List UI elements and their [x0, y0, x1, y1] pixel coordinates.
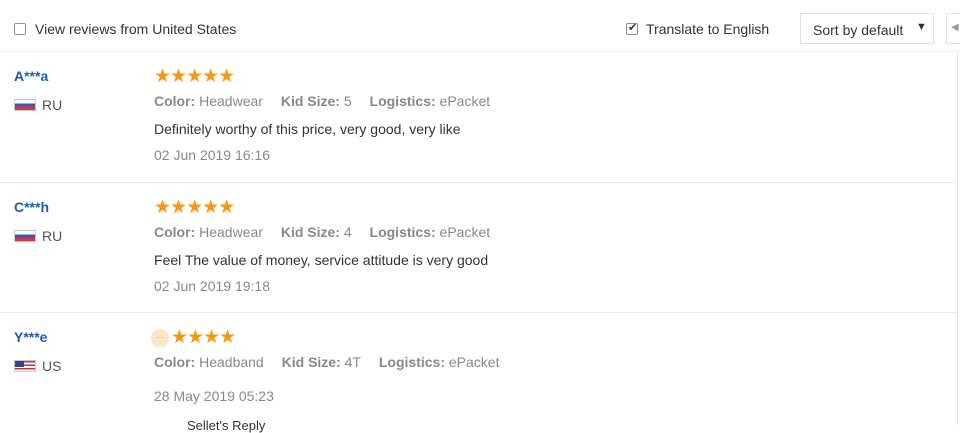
reviewer-name[interactable]: A***a [14, 68, 48, 84]
rating-stars: ★★★★★ [154, 197, 235, 218]
review-item: Y***e US … ★★★★ Color: Headband Kid Size… [0, 313, 957, 425]
country-filter-label[interactable]: View reviews from United States [35, 21, 236, 37]
buyer-avatar-icon: … [151, 329, 169, 347]
review-date: 02 Jun 2019 19:18 [154, 278, 270, 294]
logistics-key: Logistics: [369, 93, 436, 109]
flag-ru-icon [14, 230, 36, 242]
flag-canton [15, 361, 24, 367]
rating-stars: ★★★★ [171, 327, 236, 348]
sort-dropdown[interactable]: Sort by default ▼ [800, 13, 934, 44]
scrollbar-track[interactable] [957, 52, 958, 425]
review-date: 02 Jun 2019 16:16 [154, 147, 270, 163]
color-value: Headband [199, 354, 264, 370]
size-value: 4T [344, 354, 361, 370]
chevron-down-icon: ▼ [916, 21, 927, 33]
review-item: C***h RU ★★★★★ Color: Headwear Kid Size:… [0, 183, 957, 313]
logistics-value: ePacket [448, 354, 500, 370]
size-value: 5 [343, 93, 352, 109]
checkmark-icon: ✔ [628, 22, 638, 34]
country-filter-checkbox[interactable] [14, 23, 26, 35]
logistics-value: ePacket [439, 93, 491, 109]
sort-dropdown-label: Sort by default [813, 22, 904, 38]
logistics-key: Logistics: [378, 354, 445, 370]
review-item: A***a RU ★★★★★ Color: Headwear Kid Size:… [0, 52, 957, 183]
flag-ru-icon [14, 99, 36, 111]
reviewer-name[interactable]: Y***e [14, 329, 47, 345]
prev-page-button[interactable]: ◀ [946, 13, 960, 44]
rating-stars: ★★★★★ [154, 66, 235, 87]
logistics-key: Logistics: [369, 224, 436, 240]
reviewer-country: RU [42, 228, 63, 244]
chevron-left-icon: ◀ [951, 22, 959, 33]
review-date: 28 May 2019 05:23 [154, 388, 274, 404]
color-value: Headwear [199, 93, 263, 109]
review-text: Definitely worthy of this price, very go… [154, 121, 461, 137]
translate-checkbox[interactable]: ✔ [626, 22, 638, 35]
color-key: Color: [154, 354, 196, 370]
size-value: 4 [343, 224, 352, 240]
order-properties: Color: Headwear Kid Size: 4 Logistics: e… [154, 224, 504, 240]
order-properties: Color: Headband Kid Size: 4T Logistics: … [154, 354, 513, 370]
translate-label[interactable]: Translate to English [646, 21, 769, 37]
logistics-value: ePacket [439, 224, 491, 240]
color-value: Headwear [199, 224, 263, 240]
reviewer-country: US [42, 358, 62, 374]
seller-reply-heading: Sellet's Reply [187, 418, 266, 433]
reviewer-name[interactable]: C***h [14, 199, 49, 215]
review-text: Feel The value of money, service attitud… [154, 252, 489, 268]
size-key: Kid Size: [280, 93, 340, 109]
size-key: Kid Size: [281, 354, 341, 370]
color-key: Color: [154, 93, 196, 109]
order-properties: Color: Headwear Kid Size: 5 Logistics: e… [154, 93, 504, 109]
size-key: Kid Size: [280, 224, 340, 240]
color-key: Color: [154, 224, 196, 240]
reviewer-country: RU [42, 97, 63, 113]
review-filter-bar: View reviews from United States ✔ Transl… [0, 0, 960, 52]
flag-us-icon [14, 360, 36, 372]
